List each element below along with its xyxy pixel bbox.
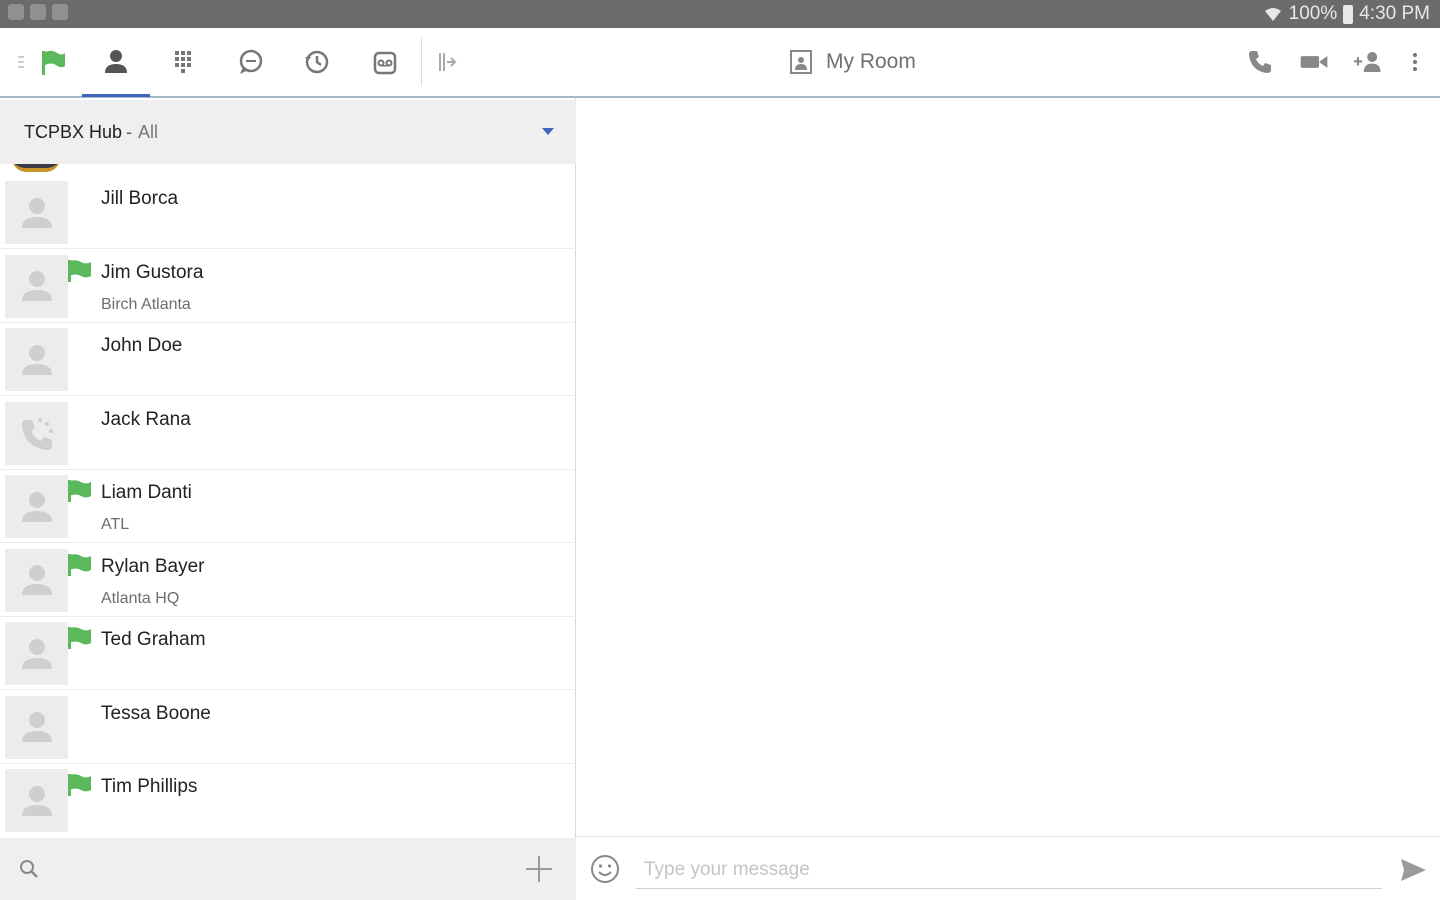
add-person-icon bbox=[1353, 52, 1381, 72]
hub-name: TCPBX Hub bbox=[24, 121, 123, 142]
avatar bbox=[5, 254, 68, 318]
dropdown-caret-icon bbox=[542, 128, 554, 135]
presence-flag-icon bbox=[68, 627, 91, 649]
person-icon bbox=[21, 344, 52, 375]
history-clock-icon bbox=[305, 50, 329, 74]
avatar bbox=[5, 475, 68, 538]
active-tab-indicator bbox=[82, 94, 150, 97]
contact-name: Jim Gustora bbox=[101, 261, 204, 283]
contact-row[interactable]: Tim Phillips bbox=[0, 764, 576, 836]
status-bar: 100% 4:30 PM bbox=[0, 0, 1440, 28]
clock: 4:30 PM bbox=[1359, 3, 1430, 24]
avatar bbox=[5, 622, 68, 685]
avatar bbox=[5, 401, 68, 465]
contact-name: John Doe bbox=[101, 335, 183, 356]
avatar bbox=[5, 695, 68, 759]
collapse-panel-button[interactable] bbox=[416, 28, 476, 96]
contact-name: Rylan Bayer bbox=[101, 555, 205, 577]
compose-bar bbox=[577, 836, 1440, 900]
chat-panel bbox=[577, 98, 1440, 900]
voicemail-icon bbox=[373, 51, 397, 75]
contact-subtitle: ATL bbox=[101, 516, 130, 533]
avatar bbox=[12, 164, 60, 172]
wifi-icon bbox=[1264, 8, 1281, 21]
emoji-icon[interactable] bbox=[589, 853, 621, 885]
notification-icon bbox=[8, 4, 24, 20]
room-title-text: My Room bbox=[826, 50, 916, 73]
call-button[interactable] bbox=[1230, 28, 1290, 96]
video-camera-icon bbox=[1300, 56, 1328, 68]
contact-name: Liam Danti bbox=[101, 482, 192, 503]
presence-flag-icon bbox=[68, 480, 91, 502]
contact-name: Ted Graham bbox=[101, 629, 206, 650]
person-icon bbox=[21, 491, 52, 522]
contact-name: Tessa Boone bbox=[101, 702, 211, 724]
contact-row[interactable]: Tessa Boone bbox=[0, 691, 576, 764]
message-input[interactable] bbox=[636, 851, 1382, 889]
avatar bbox=[5, 328, 68, 391]
notification-icon bbox=[30, 4, 46, 20]
contact-row[interactable]: Jill Borca bbox=[0, 176, 576, 249]
hub-filter: All bbox=[138, 121, 159, 142]
contact-row[interactable]: Jim Gustora Birch Atlanta bbox=[0, 250, 576, 323]
contacts-tab[interactable] bbox=[86, 28, 146, 96]
contact-subtitle: Birch Atlanta bbox=[101, 295, 191, 313]
overflow-menu-button[interactable] bbox=[1390, 28, 1440, 96]
battery-percent: 100% bbox=[1288, 3, 1338, 24]
contacts-panel: TCPBX Hub - All Jill Borca Jim Gustora Bir… bbox=[0, 98, 576, 900]
person-icon bbox=[21, 712, 52, 742]
notification-icons bbox=[8, 4, 68, 20]
contact-name: Jill Borca bbox=[101, 188, 179, 209]
person-icon bbox=[21, 197, 52, 228]
voicemail-tab[interactable] bbox=[355, 28, 415, 96]
avatar bbox=[5, 181, 68, 244]
presence-flag-icon bbox=[68, 774, 91, 796]
chat-bubble-icon bbox=[239, 49, 263, 74]
avatar bbox=[5, 769, 68, 832]
notification-icon bbox=[52, 4, 68, 20]
dialpad-tab[interactable] bbox=[153, 28, 213, 96]
room-icon bbox=[790, 50, 812, 74]
contact-name: Jack Rana bbox=[101, 408, 191, 430]
contact-row[interactable]: Liam Danti ATL bbox=[0, 470, 576, 543]
status-right: 100% 4:30 PM bbox=[1263, 3, 1430, 25]
avatar bbox=[5, 548, 68, 612]
person-icon bbox=[105, 50, 127, 73]
top-toolbar: My Room bbox=[0, 28, 1440, 98]
phone-icon bbox=[1249, 51, 1271, 73]
history-tab[interactable] bbox=[287, 28, 347, 96]
dialpad-icon bbox=[175, 51, 191, 73]
presence-flag-icon bbox=[68, 553, 91, 576]
presence-flag-icon[interactable] bbox=[22, 28, 82, 96]
person-icon bbox=[21, 271, 52, 301]
contact-list[interactable]: Jill Borca Jim Gustora Birch Atlanta John D… bbox=[0, 164, 576, 836]
contact-row[interactable]: Rylan Bayer Atlanta HQ bbox=[0, 544, 576, 617]
contact-name: Tim Phillips bbox=[101, 776, 198, 797]
add-participant-button[interactable] bbox=[1338, 28, 1398, 96]
battery-icon bbox=[1343, 4, 1354, 24]
contact-row[interactable]: Jack Rana bbox=[0, 397, 576, 470]
search-icon[interactable] bbox=[18, 858, 40, 880]
person-icon bbox=[21, 565, 52, 595]
more-vert-icon bbox=[1413, 53, 1417, 71]
hub-selector[interactable]: TCPBX Hub - All bbox=[0, 100, 576, 164]
chat-tab[interactable] bbox=[220, 28, 280, 96]
presence-flag-icon bbox=[68, 259, 91, 282]
phone-icon bbox=[21, 418, 53, 450]
collapse-panel-icon bbox=[439, 53, 457, 71]
contact-subtitle: Atlanta HQ bbox=[101, 589, 180, 607]
video-call-button[interactable] bbox=[1284, 28, 1344, 96]
person-icon bbox=[21, 638, 52, 669]
person-icon bbox=[21, 785, 52, 816]
search-bar[interactable] bbox=[0, 838, 576, 900]
send-icon[interactable] bbox=[1398, 855, 1428, 885]
hub-separator: - bbox=[126, 121, 133, 142]
room-title[interactable]: My Room bbox=[788, 28, 916, 96]
contact-row[interactable]: Ted Graham bbox=[0, 617, 576, 690]
contact-row[interactable]: John Doe bbox=[0, 323, 576, 396]
add-contact-icon[interactable] bbox=[524, 854, 554, 884]
